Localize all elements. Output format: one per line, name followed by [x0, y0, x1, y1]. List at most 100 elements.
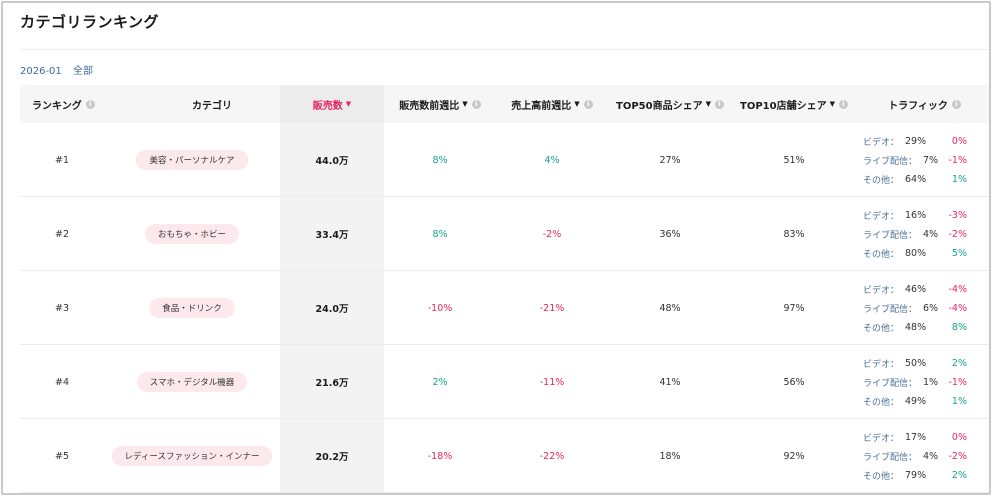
traffic-change: 8%: [951, 321, 967, 333]
category-cell: おもちゃ・ホビー: [104, 197, 280, 271]
traffic-cell: ビデオ： 17% 0% ライブ配信： 4% -2% その他： 79% 2%: [863, 419, 973, 493]
top50-share-cell: 41%: [659, 376, 681, 388]
column-header-rank[interactable]: ランキング i: [20, 85, 144, 123]
category-tag[interactable]: レディースファッション・インナー: [111, 446, 273, 466]
traffic-change: -1%: [948, 154, 968, 166]
traffic-value: 6%: [923, 302, 939, 314]
sold-cell: 21.6万: [315, 378, 349, 389]
traffic-label: その他：: [863, 323, 900, 334]
traffic-label: ライブ配信：: [863, 378, 918, 389]
sort-caret-icon: ▼: [705, 100, 711, 108]
revenue-wow-cell: -2%: [542, 228, 562, 240]
top10-share-cell: 92%: [783, 450, 805, 462]
traffic-cell: ビデオ： 46% -4% ライブ配信： 6% -4% その他： 48% 8%: [863, 271, 973, 345]
sold-wow-cell: 8%: [432, 228, 448, 240]
table-header: ランキング i カテゴリ 販売数 ▼ 販売数前週比 ▼ i 売上高前週比 ▼ i TOP50…: [20, 85, 989, 123]
traffic-label: その他：: [863, 175, 900, 186]
category-cell: スマホ・デジタル機器: [104, 345, 280, 419]
traffic-live: ライブ配信： 6% -4%: [863, 299, 973, 318]
revenue-wow-cell: -21%: [539, 302, 565, 314]
traffic-label: ビデオ：: [863, 137, 900, 148]
table-row[interactable]: #4 スマホ・デジタル機器 21.6万 2% -11% 41% 56% ビデオ：…: [20, 345, 989, 419]
traffic-change: 0%: [951, 431, 967, 443]
traffic-cell: ビデオ： 50% 2% ライブ配信： 1% -1% その他： 49% 1%: [863, 345, 973, 419]
category-tag[interactable]: 美容・パーソナルケア: [136, 150, 248, 170]
column-header-sold-wow[interactable]: 販売数前週比 ▼ i: [384, 85, 496, 123]
column-header-top50[interactable]: TOP50商品シェア ▼ i: [608, 85, 732, 123]
traffic-change: 5%: [951, 247, 967, 259]
category-cell: レディースファッション・インナー: [104, 419, 280, 493]
traffic-change: 2%: [951, 357, 967, 369]
period-filter[interactable]: 2026-01: [20, 66, 62, 77]
sort-caret-icon: ▼: [574, 100, 580, 108]
column-label: 販売数: [312, 100, 343, 112]
column-label: 販売数前週比: [399, 100, 460, 112]
traffic-value: 7%: [923, 154, 939, 166]
table-row[interactable]: #2 おもちゃ・ホビー 33.4万 8% -2% 36% 83% ビデオ： 16%…: [20, 197, 989, 271]
traffic-value: 50%: [905, 357, 927, 369]
info-icon[interactable]: i: [85, 99, 95, 109]
table-row[interactable]: #3 食品・ドリンク 24.0万 -10% -21% 48% 97% ビデオ： 4…: [20, 271, 989, 345]
rank-cell: #3: [54, 302, 69, 314]
info-icon[interactable]: i: [583, 99, 593, 109]
column-header-traffic: トラフィック i: [856, 85, 989, 123]
traffic-change: -3%: [948, 209, 968, 221]
table-row[interactable]: #5 レディースファッション・インナー 20.2万 -18% -22% 18% …: [20, 419, 989, 493]
column-header-sold[interactable]: 販売数 ▼: [280, 85, 384, 123]
info-icon[interactable]: i: [838, 99, 848, 109]
rank-cell: #1: [54, 154, 69, 166]
column-header-revenue-wow[interactable]: 売上高前週比 ▼ i: [496, 85, 608, 123]
rank-cell: #4: [54, 376, 69, 388]
column-header-top10[interactable]: TOP10店舗シェア ▼ i: [732, 85, 856, 123]
revenue-wow-cell: -22%: [539, 450, 565, 462]
traffic-other: その他： 49% 1%: [863, 392, 973, 411]
traffic-change: 1%: [951, 173, 967, 185]
category-tag[interactable]: 食品・ドリンク: [149, 298, 235, 318]
traffic-value: 79%: [905, 469, 927, 481]
traffic-value: 29%: [905, 135, 927, 147]
traffic-label: ライブ配信：: [863, 304, 918, 315]
traffic-video: ビデオ： 29% 0%: [863, 132, 973, 151]
top50-share-cell: 18%: [659, 450, 681, 462]
rank-cell: #5: [54, 450, 69, 462]
sort-caret-icon: ▼: [462, 100, 468, 108]
traffic-change: -4%: [948, 283, 968, 295]
top50-share-cell: 48%: [659, 302, 681, 314]
traffic-other: その他： 64% 1%: [863, 170, 973, 189]
traffic-video: ビデオ： 46% -4%: [863, 280, 973, 299]
column-label: 売上高前週比: [511, 100, 572, 112]
traffic-video: ビデオ： 50% 2%: [863, 354, 973, 373]
traffic-value: 80%: [905, 247, 927, 259]
info-icon[interactable]: i: [714, 99, 724, 109]
traffic-label: ビデオ：: [863, 359, 900, 370]
traffic-change: 0%: [951, 135, 967, 147]
traffic-live: ライブ配信： 7% -1%: [863, 151, 973, 170]
category-ranking-panel: カテゴリランキング 2026-01 全部 ランキング i カテゴリ 販売数 ▼ 販売…: [1, 1, 991, 495]
info-icon[interactable]: i: [471, 99, 481, 109]
category-tag[interactable]: スマホ・デジタル機器: [136, 372, 248, 392]
traffic-live: ライブ配信： 4% -2%: [863, 225, 973, 244]
filter-bar: 2026-01 全部: [20, 62, 101, 77]
traffic-label: ビデオ：: [863, 285, 900, 296]
traffic-live: ライブ配信： 1% -1%: [863, 373, 973, 392]
traffic-label: ビデオ：: [863, 211, 900, 222]
sold-cell: 20.2万: [315, 452, 349, 463]
sold-cell: 24.0万: [315, 304, 349, 315]
traffic-value: 49%: [905, 395, 927, 407]
traffic-video: ビデオ： 16% -3%: [863, 206, 973, 225]
sold-cell: 33.4万: [315, 230, 349, 241]
category-tag[interactable]: おもちゃ・ホビー: [144, 224, 239, 244]
sold-wow-cell: -10%: [427, 302, 453, 314]
info-icon[interactable]: i: [951, 99, 961, 109]
sort-caret-icon: ▼: [345, 100, 352, 108]
column-label: カテゴリ: [192, 100, 232, 112]
top10-share-cell: 83%: [783, 228, 805, 240]
traffic-value: 4%: [923, 228, 939, 240]
traffic-value: 46%: [905, 283, 927, 295]
traffic-label: ライブ配信：: [863, 452, 918, 463]
scope-filter[interactable]: 全部: [73, 66, 93, 77]
table-row[interactable]: #1 美容・パーソナルケア 44.0万 8% 4% 27% 51% ビデオ： 29…: [20, 123, 989, 197]
traffic-label: その他：: [863, 471, 900, 482]
traffic-label: ビデオ：: [863, 433, 900, 444]
traffic-change: -4%: [948, 302, 968, 314]
